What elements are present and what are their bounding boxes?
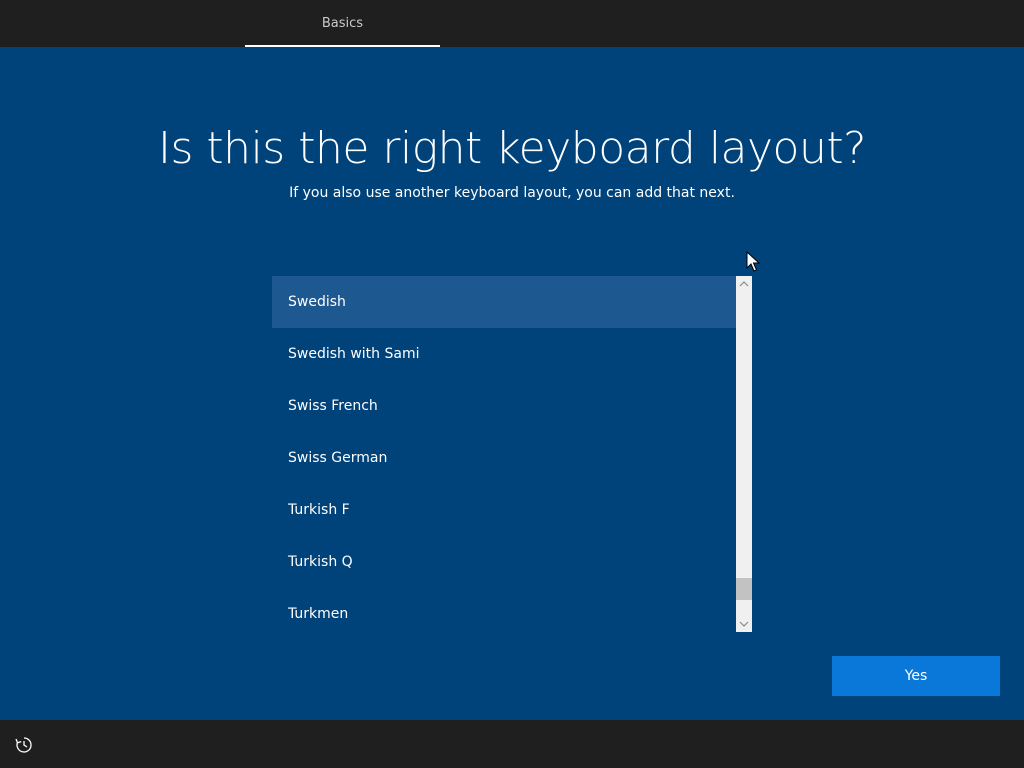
list-item-turkish-q[interactable]: Turkish Q bbox=[272, 536, 736, 588]
tab-basics-label: Basics bbox=[321, 16, 364, 31]
main-content: Is this the right keyboard layout? If yo… bbox=[0, 47, 1024, 720]
scroll-up-arrow-icon[interactable] bbox=[736, 276, 752, 292]
page-title: Is this the right keyboard layout? bbox=[158, 123, 866, 174]
list-item-swedish-with-sami[interactable]: Swedish with Sami bbox=[272, 328, 736, 380]
list-item-swiss-french[interactable]: Swiss French bbox=[272, 380, 736, 432]
bottom-bar bbox=[0, 720, 1024, 768]
list-item-turkish-f[interactable]: Turkish F bbox=[272, 484, 736, 536]
scroll-down-arrow-icon[interactable] bbox=[736, 616, 752, 632]
top-bar: Basics bbox=[0, 0, 1024, 47]
list-scrollbar[interactable] bbox=[736, 276, 752, 632]
list-item-turkmen[interactable]: Turkmen bbox=[272, 588, 736, 632]
list-item-swiss-german[interactable]: Swiss German bbox=[272, 432, 736, 484]
scroll-thumb[interactable] bbox=[736, 578, 752, 600]
tab-basics[interactable]: Basics bbox=[245, 0, 440, 47]
keyboard-layout-items: Swedish Swedish with Sami Swiss French S… bbox=[272, 276, 736, 632]
yes-button[interactable]: Yes bbox=[832, 656, 1000, 696]
page-subtitle: If you also use another keyboard layout,… bbox=[289, 185, 735, 201]
mouse-cursor-icon bbox=[746, 250, 761, 273]
accessibility-icon[interactable] bbox=[14, 735, 34, 755]
keyboard-layout-list[interactable]: Swedish Swedish with Sami Swiss French S… bbox=[272, 276, 752, 632]
list-item-swedish[interactable]: Swedish bbox=[272, 276, 736, 328]
